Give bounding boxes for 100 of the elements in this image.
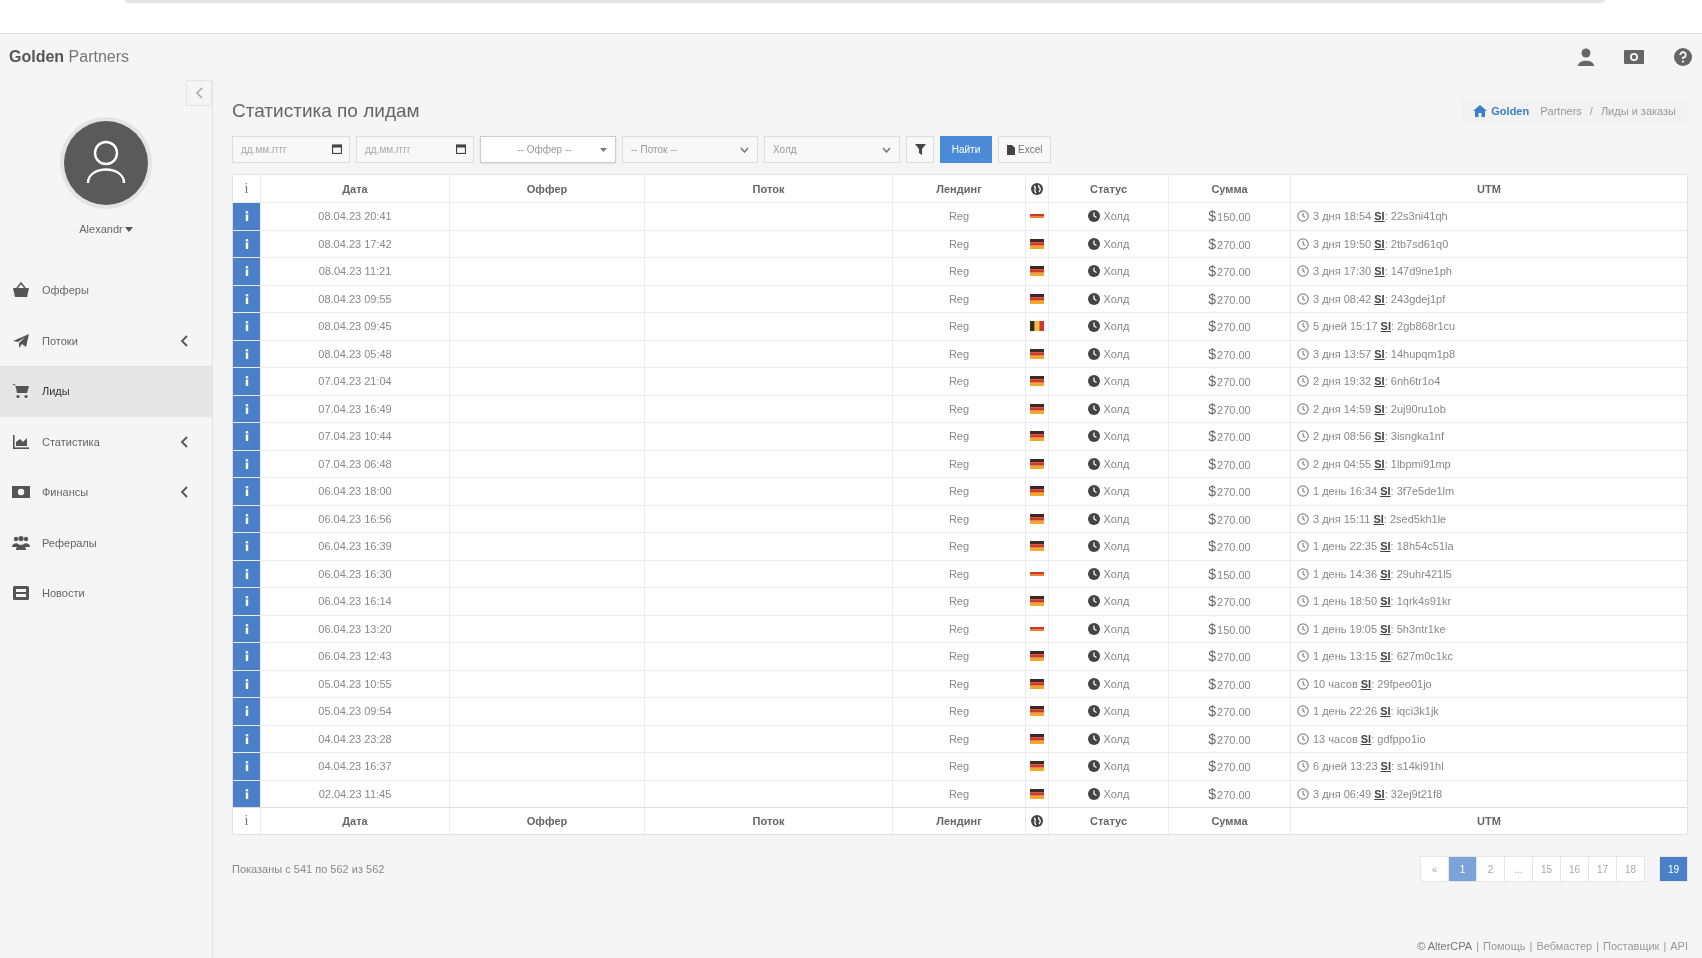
page-link[interactable]: 19: [1659, 856, 1688, 882]
money-icon[interactable]: [1624, 50, 1644, 64]
user-menu[interactable]: Alexandr: [79, 223, 133, 235]
date-cell: 06.04.23 16:56: [318, 512, 392, 525]
clock-icon: [1087, 457, 1100, 470]
page-link[interactable]: «: [1420, 856, 1449, 882]
info-button[interactable]: [233, 230, 260, 257]
page-link[interactable]: 17: [1588, 856, 1617, 882]
column-header: Статус: [1049, 175, 1169, 202]
page-link[interactable]: 16: [1560, 856, 1589, 882]
date-cell: 07.04.23 16:49: [318, 402, 392, 415]
status-text: Холд: [1103, 430, 1130, 443]
sum-cell: $270.00: [1208, 538, 1251, 555]
filter-button[interactable]: [906, 136, 934, 163]
utm-text: 2 дня 14:59 SI: 2uj90ru1ob: [1313, 402, 1446, 415]
info-icon: [244, 321, 249, 332]
info-button[interactable]: [233, 423, 260, 450]
page-link[interactable]: 2: [1476, 856, 1505, 882]
copyright[interactable]: © AlterCPA: [1417, 940, 1473, 952]
page-link[interactable]: 18: [1616, 856, 1645, 882]
chevron-icon: [180, 435, 188, 448]
landing-cell: Reg: [948, 650, 970, 663]
breadcrumb-link[interactable]: Golden Partners: [1473, 105, 1582, 117]
info-button[interactable]: [233, 588, 260, 615]
landing-cell: Reg: [948, 677, 970, 690]
sum-cell: $270.00: [1208, 758, 1251, 775]
info-button[interactable]: [233, 725, 260, 752]
chart-icon: [12, 433, 30, 450]
nav-item[interactable]: Лиды: [0, 366, 212, 417]
offer-select[interactable]: -- Оффер --: [480, 136, 616, 163]
utm-text: 3 дня 17:30 SI: 147d9ne1ph: [1313, 265, 1452, 278]
user-icon[interactable]: [1578, 48, 1594, 66]
utm-text: 1 день 22:35 SI: 18h54c51la: [1313, 540, 1454, 553]
info-button[interactable]: [233, 560, 260, 587]
date-cell: 08.04.23 17:42: [318, 237, 392, 250]
info-button[interactable]: [233, 285, 260, 312]
nav-item[interactable]: Офферы: [0, 265, 212, 316]
excel-button[interactable]: Excel: [998, 136, 1052, 163]
info-button[interactable]: [233, 780, 260, 807]
footer-link[interactable]: Помощь: [1483, 940, 1526, 952]
nav-item[interactable]: Новости: [0, 568, 212, 619]
results-summary: Показаны с 541 по 562 из 562: [232, 863, 385, 875]
info-button[interactable]: [233, 478, 260, 505]
clock-icon: [1087, 512, 1100, 525]
chevron-icon: [180, 486, 188, 499]
info-button[interactable]: [233, 368, 260, 395]
info-button[interactable]: [233, 753, 260, 780]
status-select[interactable]: Холд: [764, 136, 900, 163]
footer-link[interactable]: API: [1670, 940, 1688, 952]
footer-link[interactable]: Поставщик: [1603, 940, 1660, 952]
landing-cell: Reg: [948, 347, 970, 360]
page-link[interactable]: ...: [1504, 856, 1533, 882]
info-button[interactable]: [233, 615, 260, 642]
utm-text: 3 дня 15:11 SI: 2sed5kh1le: [1313, 512, 1447, 525]
date-field[interactable]: дд.мм.гггг: [232, 136, 350, 163]
sum-cell: $270.00: [1208, 483, 1251, 500]
page-link[interactable]: 15: [1532, 856, 1561, 882]
clock-icon: [1087, 622, 1100, 635]
info-button[interactable]: [233, 203, 260, 230]
help-icon[interactable]: [1674, 48, 1692, 66]
landing-cell: Reg: [948, 265, 970, 278]
date-field[interactable]: дд.мм.гггг: [356, 136, 474, 163]
info-button[interactable]: [233, 395, 260, 422]
date-cell: 06.04.23 13:20: [318, 622, 392, 635]
nav-item[interactable]: Финансы: [0, 467, 212, 518]
info-button[interactable]: [233, 340, 260, 367]
landing-cell: Reg: [948, 320, 970, 333]
globe-icon: [1031, 815, 1043, 827]
info-button[interactable]: [233, 670, 260, 697]
flow-select[interactable]: -- Поток --: [622, 136, 758, 163]
separator: |: [1476, 940, 1480, 952]
utm-text: 1 день 18:50 SI: 1qrk4s91kr: [1313, 595, 1452, 608]
nav-item[interactable]: Рефералы: [0, 517, 212, 568]
info-button[interactable]: [233, 450, 260, 477]
clock-icon: [1297, 512, 1309, 525]
footer-link[interactable]: Вебмастер: [1536, 940, 1593, 952]
nav-item[interactable]: Потоки: [0, 315, 212, 366]
page-link[interactable]: 1: [1448, 856, 1477, 882]
find-button[interactable]: Найти: [940, 136, 992, 163]
chevron-icon: [195, 87, 203, 99]
clock-icon: [1297, 540, 1309, 553]
column-footer: Дата: [261, 808, 450, 834]
nav-item[interactable]: Статистика: [0, 416, 212, 467]
info-button[interactable]: [233, 533, 260, 560]
brand-logo[interactable]: Golden Partners: [9, 48, 130, 66]
chevron-icon: [882, 146, 891, 153]
sum-cell: $270.00: [1208, 675, 1251, 692]
info-button[interactable]: [233, 258, 260, 285]
info-button[interactable]: [233, 505, 260, 532]
info-button[interactable]: [233, 643, 260, 670]
info-button[interactable]: [233, 698, 260, 725]
landing-cell: Reg: [948, 485, 970, 498]
sum-cell: $270.00: [1208, 648, 1251, 665]
utm-text: 1 день 13:15 SI: 627m0c1kc: [1313, 650, 1453, 663]
info-button[interactable]: [233, 313, 260, 340]
status-text: Холд: [1103, 567, 1130, 580]
caret-icon: [124, 226, 133, 232]
clock-icon: [1297, 760, 1309, 773]
info-icon: [244, 403, 249, 414]
plane-icon: [12, 332, 30, 349]
